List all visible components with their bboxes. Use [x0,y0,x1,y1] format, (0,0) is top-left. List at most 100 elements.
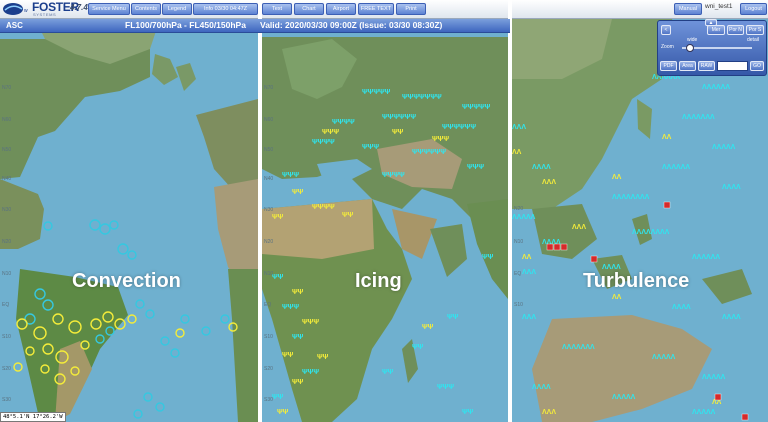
svg-text:ΛΛΛΛΛΛΛ: ΛΛΛΛΛΛΛ [562,344,595,351]
lat-label: N50 [264,147,274,153]
svg-text:ΛΛΛ: ΛΛΛ [572,224,586,231]
svg-text:ΛΛ: ΛΛ [662,134,672,141]
svg-text:ΛΛΛΛΛΛ: ΛΛΛΛΛΛ [662,164,690,171]
svg-text:ΛΛΛΛ: ΛΛΛΛ [532,384,551,391]
contents-button[interactable]: Contents [131,3,161,15]
text-button[interactable]: Text [262,3,292,15]
svg-text:ΨΨ: ΨΨ [422,324,434,331]
raw-button[interactable]: RAW [698,61,715,71]
convection-map[interactable] [0,19,258,422]
svg-text:ΛΛΛΛ: ΛΛΛΛ [532,164,551,171]
lat-label: N60 [2,117,12,123]
svg-text:ΨΨΨ: ΨΨΨ [282,304,299,311]
svg-text:ΛΛΛΛΛΛΛ: ΛΛΛΛΛΛΛ [682,114,715,121]
svg-text:ΨΨ: ΨΨ [292,289,304,296]
lat-label: N30 [2,207,12,213]
go-button[interactable]: GO [750,61,764,71]
svg-text:ΨΨΨΨΨ: ΨΨΨΨΨ [362,89,391,96]
svg-text:ΨΨ: ΨΨ [272,214,284,221]
turbulence-map[interactable]: ΛΛΛΛΛΛΛΛΛΛΛΛΛΛΛΛΛΛΛ ΛΛΛΛΛΛΛΛΛΛΛΛΛΛΛ ΛΛΛΛ… [512,19,768,422]
polar-south-button[interactable]: Por S [746,25,764,35]
service-menu-button[interactable]: Service Menu [88,3,130,15]
svg-text:ΨΨΨ: ΨΨΨ [432,136,449,143]
airport-button[interactable]: Airport [326,3,356,15]
svg-text:w: w [24,8,28,14]
svg-text:ΨΨ: ΨΨ [392,129,404,136]
svg-text:ΨΨΨΨΨΨ: ΨΨΨΨΨΨ [412,149,446,156]
svg-text:ΨΨΨ: ΨΨΨ [282,172,299,179]
icing-map-panel[interactable]: ΨΨΨΨΨ ΨΨΨΨΨΨΨ ΨΨΨΨΨ ΨΨΨΨ ΨΨΨΨΨΨ ΨΨΨΨΨΨ ΨΨΨΨ Ψ… [262,19,508,422]
legend-button[interactable]: Legend [162,3,192,15]
lat-label: S20 [264,366,273,372]
svg-text:ΨΨΨΨΨΨ: ΨΨΨΨΨΨ [442,124,476,131]
region-label: ASC [6,21,23,30]
svg-text:ΛΛΛΛΛΛ: ΛΛΛΛΛΛ [702,84,730,91]
location-search-input[interactable] [717,61,748,71]
svg-text:ΨΨ: ΨΨ [272,274,284,281]
svg-text:ΨΨ: ΨΨ [412,344,424,351]
svg-text:ΨΨΨΨ: ΨΨΨΨ [382,172,405,179]
svg-text:ΨΨΨΨ: ΨΨΨΨ [312,204,335,211]
svg-text:ΛΛΛΛ: ΛΛΛΛ [722,184,741,191]
forecast-info-bar: ASC FL100/700hPa - FL450/150hPa Valid: 2… [0,19,510,33]
svg-text:ΛΛΛΛΛ: ΛΛΛΛΛ [702,374,726,381]
svg-text:ΨΨ: ΨΨ [317,354,329,361]
svg-text:ΛΛΛ: ΛΛΛ [542,409,556,416]
lat-label: N20 [264,239,274,245]
print-button[interactable]: Print [396,3,426,15]
chart-button[interactable]: Chart [294,3,324,15]
lat-label: S30 [264,397,273,403]
lat-label: N40 [264,176,274,182]
svg-text:ΨΨΨΨΨΨΨ: ΨΨΨΨΨΨΨ [402,94,442,101]
svg-text:ΛΛΛΛΛ: ΛΛΛΛΛ [692,409,716,416]
lat-label: N20 [514,206,524,212]
svg-text:ΨΨ: ΨΨ [462,409,474,416]
svg-text:ΛΛΛΛΛ: ΛΛΛΛΛ [512,214,536,221]
svg-text:ΛΛΛ: ΛΛΛ [522,314,536,321]
svg-text:ΨΨ: ΨΨ [292,379,304,386]
zoom-label: Zoom [661,44,674,50]
svg-text:ΛΛΛΛ: ΛΛΛΛ [722,314,741,321]
lat-label: EQ [264,302,272,308]
svg-text:ΨΨΨ: ΨΨΨ [302,319,319,326]
turbulence-map-panel[interactable]: ΛΛΛΛΛΛ ΛΛΛΛΛΛ ΛΛΛΛΛΛΛ ΛΛΛΛΛ ΛΛΛΛΛΛ ΛΛΛΛ ΛΛΛΛ… [512,19,768,422]
lat-label: S30 [2,397,11,403]
svg-text:ΨΨ: ΨΨ [272,394,284,401]
turbulence-label: Turbulence [583,270,690,292]
svg-text:ΨΨ: ΨΨ [382,369,394,376]
convection-label: Convection [72,270,181,292]
polar-north-button[interactable]: Por N [727,25,744,35]
lat-label: N60 [264,117,274,123]
convection-map-panel[interactable]: N70 N60 N50 N40 N30 N20 N10 EQ S10 S20 S… [0,19,258,422]
zoom-slider-handle[interactable] [686,44,694,52]
svg-text:ΨΨ: ΨΨ [277,409,289,416]
icing-map[interactable]: ΨΨΨΨΨΨΨΨΨΨΨΨΨΨΨΨΨ ΨΨΨΨΨΨΨΨΨΨΨΨΨΨΨΨ ΨΨΨΨΨ… [262,19,508,422]
svg-text:ΨΨΨ: ΨΨΨ [437,384,454,391]
svg-text:ΨΨ: ΨΨ [447,314,459,321]
mercator-button[interactable]: Mer [707,25,725,35]
svg-text:ΛΛΛΛΛ: ΛΛΛΛΛ [712,144,736,151]
svg-text:ΛΛΛΛ: ΛΛΛΛ [672,304,691,311]
lat-label: N70 [2,85,12,91]
manual-button[interactable]: Manual [674,3,702,15]
top-toolbar: w FOSTER SYSTEMS 4.7.4 Service Menu Cont… [0,0,768,19]
back-button[interactable]: < [661,25,671,35]
svg-text:ΨΨΨ: ΨΨΨ [322,129,339,136]
lat-label: N10 [2,271,12,277]
svg-text:ΨΨ: ΨΨ [282,352,294,359]
lat-label: N50 [2,147,12,153]
info-button[interactable]: Info 03/30 04:47Z [193,3,258,15]
area-button[interactable]: Area [679,61,696,71]
svg-text:ΛΛ: ΛΛ [512,149,522,156]
lat-label: N10 [514,239,524,245]
lat-label: S10 [514,302,523,308]
free-text-button[interactable]: FREE TEXT [358,3,394,15]
logout-button[interactable]: Logout [740,3,767,15]
lat-label: N30 [264,207,274,213]
pdf-button[interactable]: PDF [660,61,677,71]
svg-text:ΛΛΛΛΛΛ: ΛΛΛΛΛΛ [692,254,720,261]
svg-text:ΨΨ: ΨΨ [482,254,494,261]
valid-time: Valid: 2020/03/30 09:00Z (Issue: 03/30 0… [260,20,443,30]
panel-divider [258,0,262,422]
detail-label: detail [747,37,759,43]
